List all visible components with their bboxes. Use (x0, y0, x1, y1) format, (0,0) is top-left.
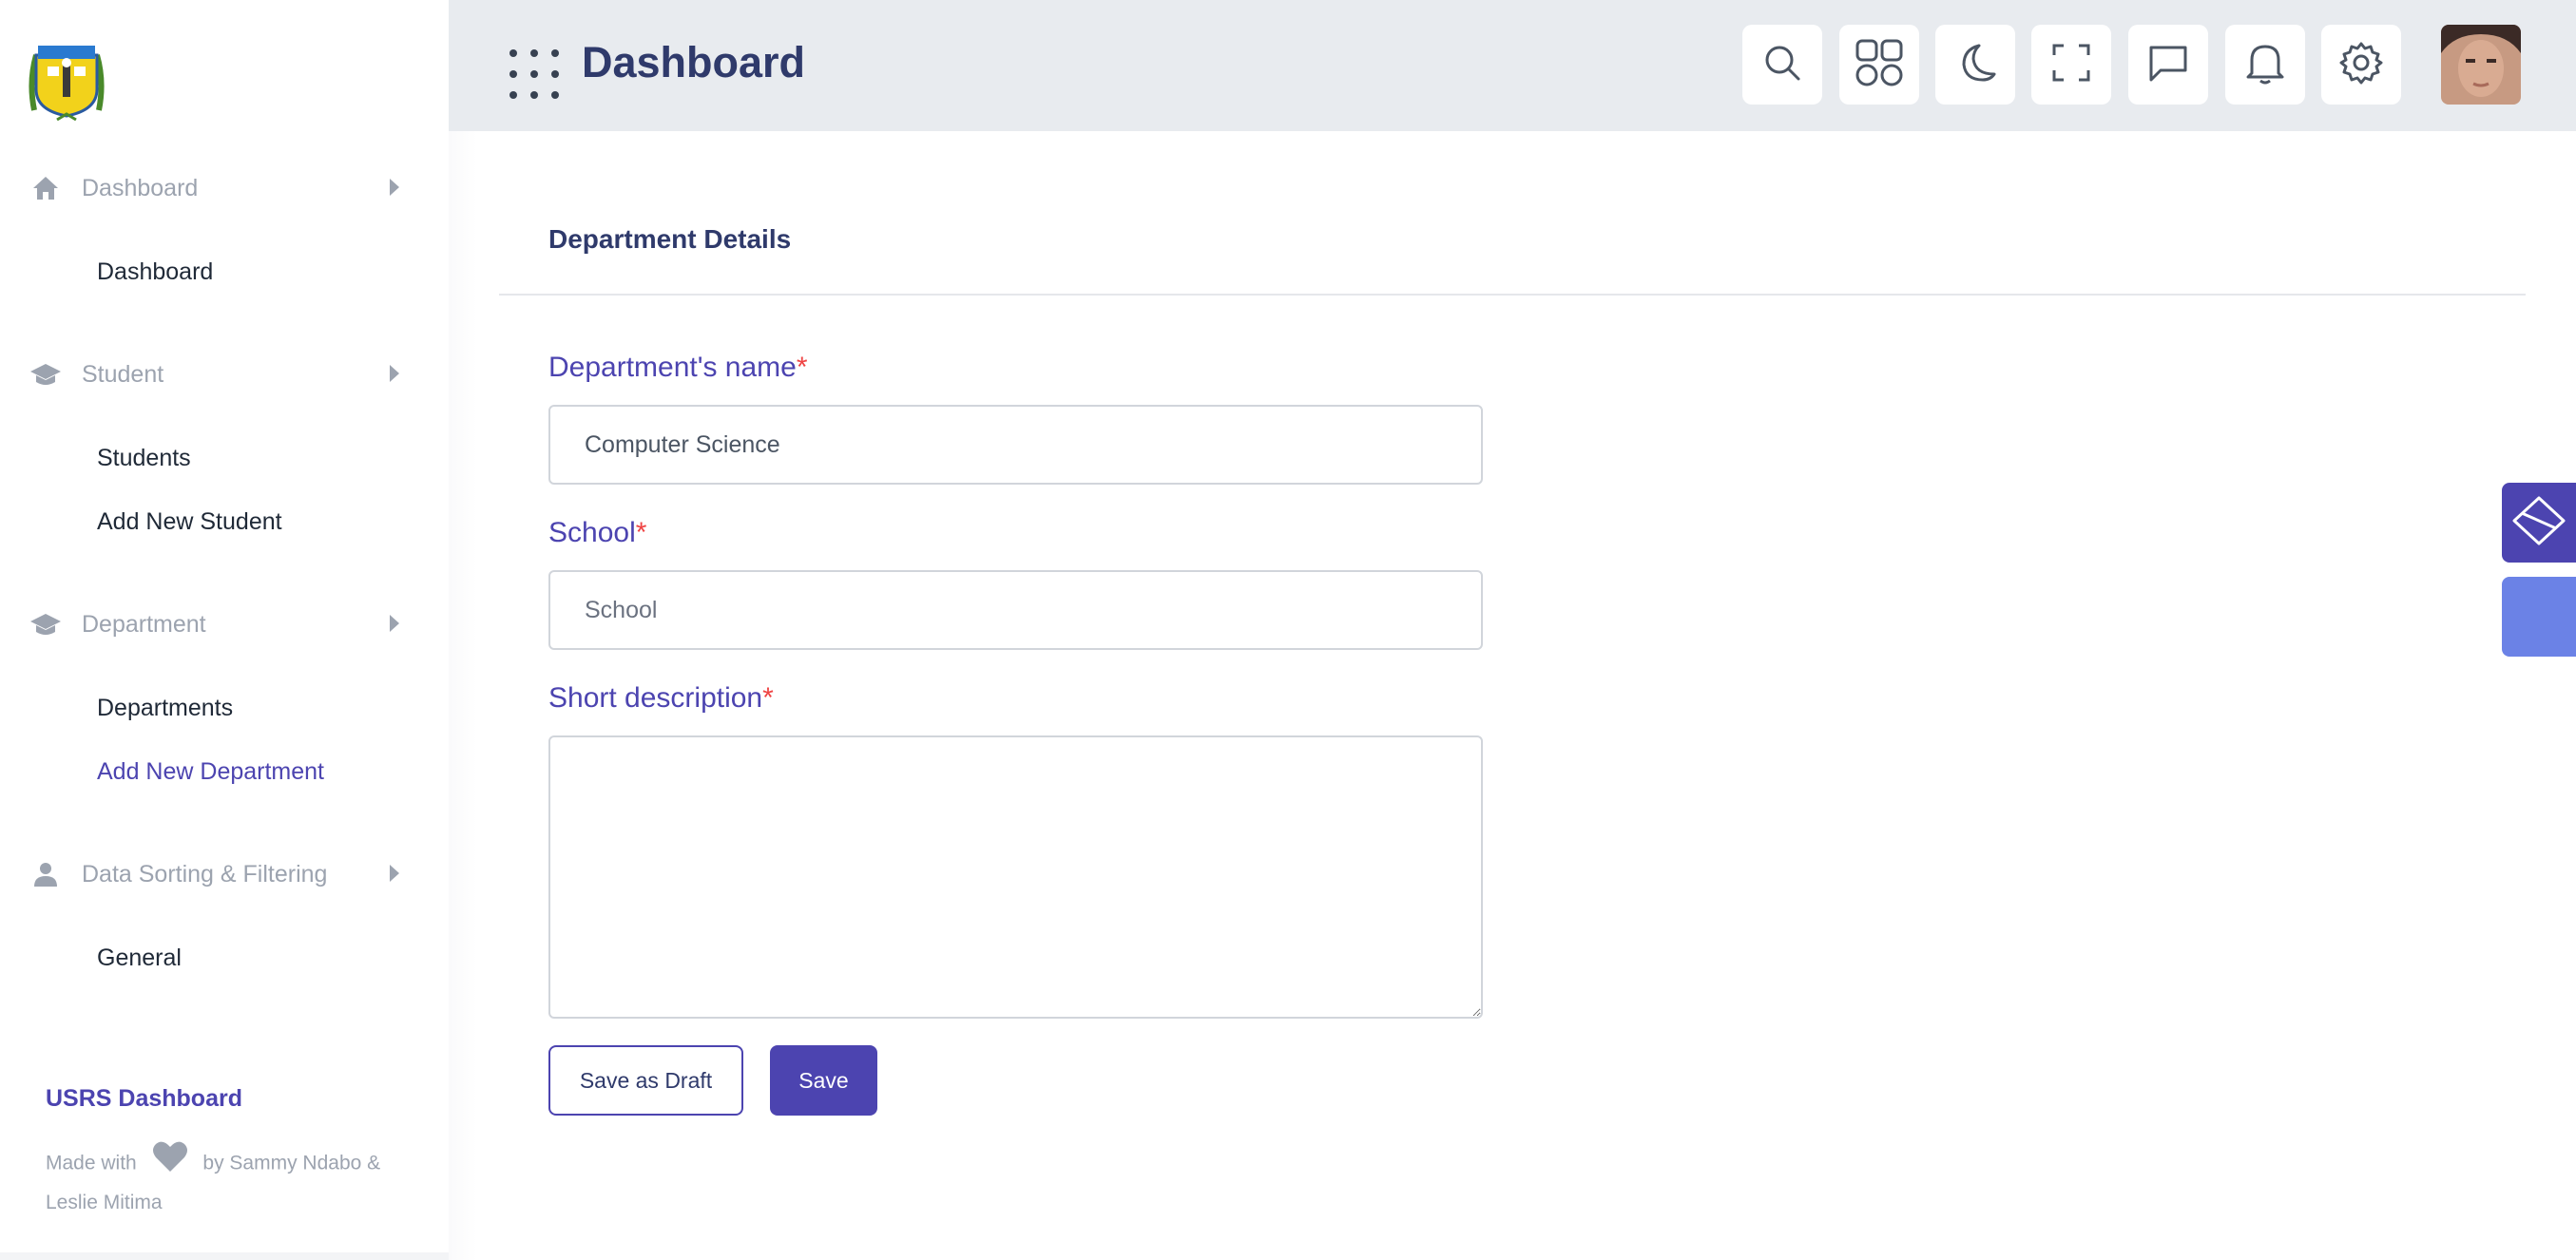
sidebar-section-label: Dashboard (82, 174, 199, 201)
fullscreen-icon (2050, 42, 2092, 88)
bell-icon (2244, 41, 2286, 89)
chat-icon (2147, 42, 2189, 88)
graduation-cap-icon (29, 607, 63, 641)
sidebar-item-students[interactable]: Students (97, 445, 191, 472)
sidebar-item-add-new-department[interactable]: Add New Department (97, 758, 324, 786)
page-title: Dashboard (582, 38, 806, 86)
save-button[interactable]: Save (770, 1045, 877, 1116)
divider (499, 294, 2526, 296)
sidebar-section-label: Department (82, 610, 206, 638)
sidebar-section-label: Student (82, 360, 164, 388)
caret-right-icon (390, 365, 399, 382)
sidebar-item-departments[interactable]: Departments (97, 695, 233, 722)
content-edge-shadow (449, 131, 477, 1260)
sidebar-section-label: Data Sorting & Filtering (82, 860, 328, 888)
sidebar-section-department[interactable]: Department (29, 605, 399, 643)
dark-mode-toggle[interactable] (1935, 25, 2015, 105)
required-mark: * (796, 352, 808, 383)
top-bar: Dashboard (449, 0, 2576, 131)
notifications-button[interactable] (2225, 25, 2305, 105)
sidebar: Dashboard Dashboard Student Students Add… (0, 0, 449, 1260)
graduation-cap-icon (29, 357, 63, 391)
search-button[interactable] (1742, 25, 1822, 105)
department-name-label-text: Department's name (548, 352, 797, 383)
sidebar-bottom-edge (0, 1252, 449, 1260)
form-title: Department Details (548, 224, 792, 254)
school-label-text: School (548, 517, 636, 548)
department-name-label: Department's name* (548, 352, 808, 384)
credits-made-with: Made with (46, 1152, 137, 1174)
floating-customizer-button[interactable] (2502, 483, 2576, 563)
short-description-label: Short description* (548, 682, 774, 715)
save-as-draft-button[interactable]: Save as Draft (548, 1045, 743, 1116)
user-avatar[interactable] (2441, 25, 2521, 105)
school-label: School* (548, 517, 646, 549)
sidebar-section-dashboard[interactable]: Dashboard (29, 169, 399, 207)
person-icon (29, 857, 63, 891)
required-mark: * (635, 517, 647, 548)
home-icon (29, 171, 63, 205)
brand-name: USRS Dashboard (46, 1085, 242, 1112)
fullscreen-button[interactable] (2031, 25, 2111, 105)
heart-icon (152, 1140, 188, 1182)
caret-right-icon (390, 865, 399, 882)
school-input[interactable] (548, 570, 1483, 650)
short-description-label-text: Short description (548, 682, 763, 714)
sidebar-section-student[interactable]: Student (29, 355, 399, 393)
diamond-icon (2510, 494, 2567, 552)
settings-button[interactable] (2321, 25, 2401, 105)
sidebar-item-add-new-student[interactable]: Add New Student (97, 508, 282, 536)
short-description-textarea[interactable] (548, 735, 1483, 1019)
sidebar-section-data-sorting[interactable]: Data Sorting & Filtering (29, 855, 399, 893)
credits: Made with by Sammy Ndabo & Leslie Mitima (46, 1140, 397, 1218)
caret-right-icon (390, 179, 399, 196)
sidebar-item-dashboard[interactable]: Dashboard (97, 258, 213, 286)
moon-icon (1954, 42, 1996, 88)
floating-secondary-button[interactable] (2502, 577, 2576, 657)
gear-icon (2339, 41, 2383, 89)
messages-button[interactable] (2128, 25, 2208, 105)
apps-button[interactable] (1839, 25, 1919, 105)
caret-right-icon (390, 615, 399, 632)
required-mark: * (762, 682, 774, 714)
department-name-input[interactable] (548, 405, 1483, 485)
menu-grid-icon[interactable] (508, 48, 561, 101)
search-icon (1762, 43, 1802, 87)
university-logo[interactable] (29, 44, 105, 122)
sidebar-item-general[interactable]: General (97, 945, 182, 972)
apps-icon (1855, 38, 1904, 92)
